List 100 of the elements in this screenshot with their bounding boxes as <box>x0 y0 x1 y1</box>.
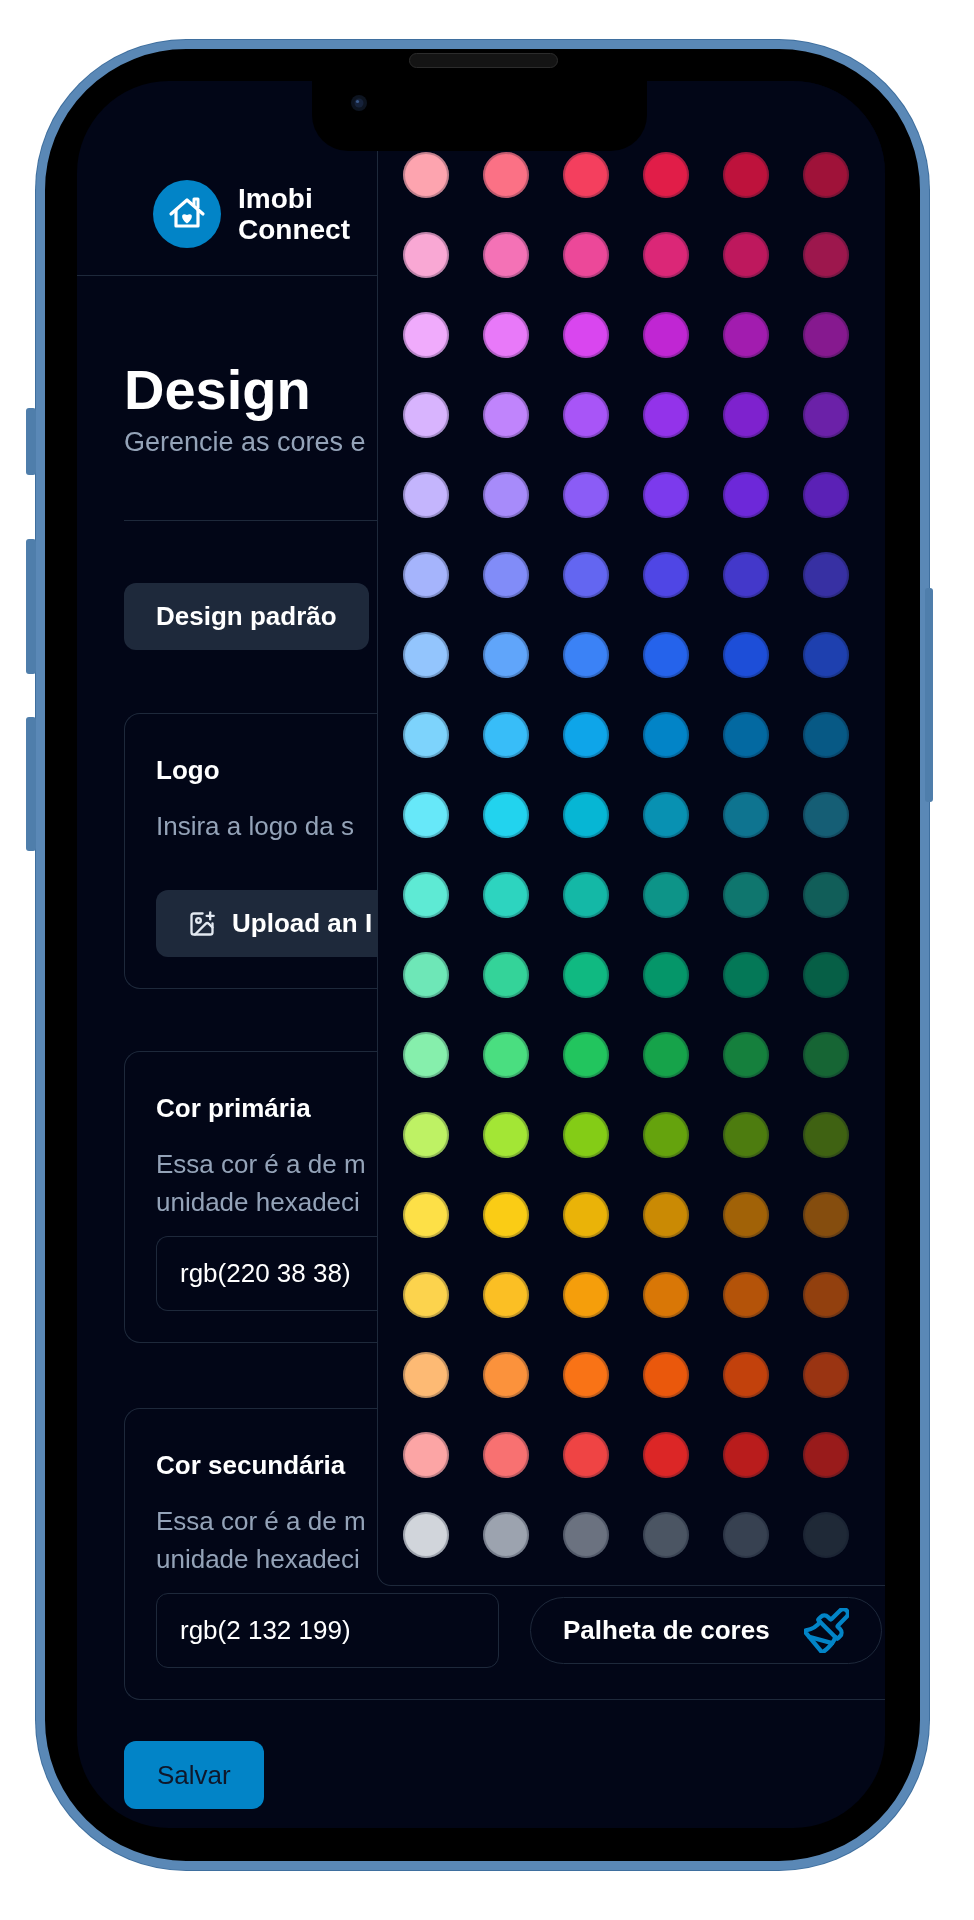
color-swatch-icon[interactable] <box>563 1512 609 1558</box>
color-swatch-icon[interactable] <box>483 312 529 358</box>
save-button[interactable]: Salvar <box>124 1741 264 1809</box>
color-swatch-icon[interactable] <box>803 632 849 678</box>
color-swatch-icon[interactable] <box>803 152 849 198</box>
color-swatch-icon[interactable] <box>483 632 529 678</box>
color-swatch-icon[interactable] <box>723 552 769 598</box>
color-swatch-icon[interactable] <box>723 392 769 438</box>
color-swatch-icon[interactable] <box>643 232 689 278</box>
color-swatch-icon[interactable] <box>563 392 609 438</box>
color-swatch-icon[interactable] <box>643 632 689 678</box>
color-swatch-icon[interactable] <box>643 312 689 358</box>
color-swatch-icon[interactable] <box>563 952 609 998</box>
color-swatch-icon[interactable] <box>403 152 449 198</box>
color-swatch-icon[interactable] <box>803 952 849 998</box>
color-swatch-icon[interactable] <box>643 872 689 918</box>
color-swatch-icon[interactable] <box>563 1432 609 1478</box>
color-swatch-icon[interactable] <box>803 312 849 358</box>
color-swatch-icon[interactable] <box>403 232 449 278</box>
color-swatch-icon[interactable] <box>483 472 529 518</box>
color-swatch-icon[interactable] <box>403 392 449 438</box>
color-swatch-icon[interactable] <box>563 472 609 518</box>
color-swatch-icon[interactable] <box>643 1032 689 1078</box>
color-swatch-icon[interactable] <box>803 1512 849 1558</box>
color-swatch-icon[interactable] <box>403 1272 449 1318</box>
color-swatch-icon[interactable] <box>563 1192 609 1238</box>
default-design-button[interactable]: Design padrão <box>124 583 369 650</box>
color-swatch-icon[interactable] <box>803 1432 849 1478</box>
color-swatch-icon[interactable] <box>723 1352 769 1398</box>
color-swatch-icon[interactable] <box>403 1192 449 1238</box>
color-swatch-icon[interactable] <box>403 552 449 598</box>
color-swatch-icon[interactable] <box>483 1512 529 1558</box>
color-swatch-icon[interactable] <box>643 472 689 518</box>
color-swatch-icon[interactable] <box>563 632 609 678</box>
color-swatch-icon[interactable] <box>403 1112 449 1158</box>
color-swatch-icon[interactable] <box>723 1192 769 1238</box>
color-swatch-icon[interactable] <box>403 872 449 918</box>
color-swatch-icon[interactable] <box>483 1112 529 1158</box>
color-swatch-icon[interactable] <box>563 312 609 358</box>
color-swatch-icon[interactable] <box>803 392 849 438</box>
color-swatch-icon[interactable] <box>403 1032 449 1078</box>
color-swatch-icon[interactable] <box>723 1272 769 1318</box>
color-swatch-icon[interactable] <box>483 1272 529 1318</box>
color-swatch-icon[interactable] <box>483 1432 529 1478</box>
color-swatch-icon[interactable] <box>643 1432 689 1478</box>
color-swatch-icon[interactable] <box>723 232 769 278</box>
color-swatch-icon[interactable] <box>563 1272 609 1318</box>
upload-image-button[interactable]: Upload an I <box>156 890 377 957</box>
color-swatch-icon[interactable] <box>563 1352 609 1398</box>
color-swatch-icon[interactable] <box>723 1112 769 1158</box>
color-swatch-icon[interactable] <box>803 1112 849 1158</box>
color-swatch-icon[interactable] <box>403 952 449 998</box>
color-swatch-icon[interactable] <box>643 1272 689 1318</box>
color-swatch-icon[interactable] <box>563 872 609 918</box>
color-swatch-icon[interactable] <box>403 1432 449 1478</box>
color-swatch-icon[interactable] <box>723 472 769 518</box>
color-swatch-icon[interactable] <box>643 152 689 198</box>
color-swatch-icon[interactable] <box>803 1032 849 1078</box>
color-swatch-icon[interactable] <box>723 952 769 998</box>
color-swatch-icon[interactable] <box>643 1352 689 1398</box>
color-swatch-icon[interactable] <box>563 552 609 598</box>
color-swatch-icon[interactable] <box>403 1512 449 1558</box>
color-swatch-icon[interactable] <box>403 632 449 678</box>
color-swatch-icon[interactable] <box>403 312 449 358</box>
color-swatch-icon[interactable] <box>483 152 529 198</box>
color-swatch-icon[interactable] <box>483 232 529 278</box>
color-swatch-icon[interactable] <box>403 792 449 838</box>
color-swatch-icon[interactable] <box>723 872 769 918</box>
color-swatch-icon[interactable] <box>803 1272 849 1318</box>
color-swatch-icon[interactable] <box>563 1112 609 1158</box>
color-swatch-icon[interactable] <box>563 232 609 278</box>
color-swatch-icon[interactable] <box>403 472 449 518</box>
color-swatch-icon[interactable] <box>403 712 449 758</box>
color-swatch-icon[interactable] <box>483 712 529 758</box>
color-swatch-icon[interactable] <box>483 1032 529 1078</box>
color-swatch-icon[interactable] <box>803 552 849 598</box>
color-swatch-icon[interactable] <box>723 1512 769 1558</box>
color-swatch-icon[interactable] <box>563 712 609 758</box>
color-swatch-icon[interactable] <box>483 392 529 438</box>
color-value-field[interactable]: rgb(2 132 199) <box>156 1593 499 1668</box>
color-swatch-icon[interactable] <box>563 152 609 198</box>
color-swatch-icon[interactable] <box>403 1352 449 1398</box>
color-swatch-icon[interactable] <box>643 552 689 598</box>
color-swatch-icon[interactable] <box>803 712 849 758</box>
color-swatch-icon[interactable] <box>803 1192 849 1238</box>
color-swatch-icon[interactable] <box>643 1192 689 1238</box>
color-swatch-icon[interactable] <box>563 1032 609 1078</box>
color-swatch-icon[interactable] <box>643 712 689 758</box>
color-swatch-icon[interactable] <box>723 632 769 678</box>
color-swatch-icon[interactable] <box>483 552 529 598</box>
color-swatch-icon[interactable] <box>803 872 849 918</box>
color-swatch-icon[interactable] <box>483 952 529 998</box>
color-swatch-icon[interactable] <box>723 792 769 838</box>
color-swatch-icon[interactable] <box>723 1032 769 1078</box>
color-swatch-icon[interactable] <box>723 712 769 758</box>
color-swatch-icon[interactable] <box>803 1352 849 1398</box>
color-swatch-icon[interactable] <box>723 152 769 198</box>
color-swatch-icon[interactable] <box>483 792 529 838</box>
color-swatch-icon[interactable] <box>563 792 609 838</box>
color-swatch-icon[interactable] <box>803 232 849 278</box>
